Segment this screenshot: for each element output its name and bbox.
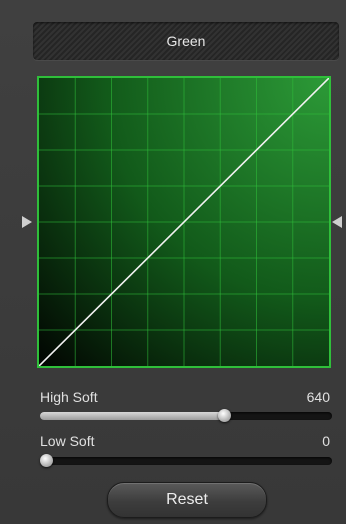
right-handle-icon[interactable] [332, 216, 342, 228]
channel-selector[interactable]: Green [33, 22, 339, 60]
high-soft-fill [40, 412, 224, 420]
high-soft-label: High Soft [40, 389, 98, 405]
high-soft-thumb[interactable] [217, 409, 231, 422]
curves-panel: Green High Soft 640 Low Soft 0 Reset [0, 0, 346, 524]
left-handle-icon[interactable] [22, 216, 32, 228]
reset-label: Reset [166, 491, 208, 508]
curve-graph[interactable] [39, 78, 329, 366]
low-soft-value: 0 [322, 433, 330, 449]
channel-name: Green [166, 33, 206, 49]
reset-button[interactable]: Reset [107, 482, 267, 518]
low-soft-thumb[interactable] [40, 454, 53, 467]
curve-editor[interactable] [37, 76, 331, 368]
low-soft-slider[interactable] [40, 454, 332, 467]
high-soft-value: 640 [306, 389, 330, 405]
low-soft-label: Low Soft [40, 433, 95, 449]
high-soft-slider[interactable] [40, 409, 332, 422]
